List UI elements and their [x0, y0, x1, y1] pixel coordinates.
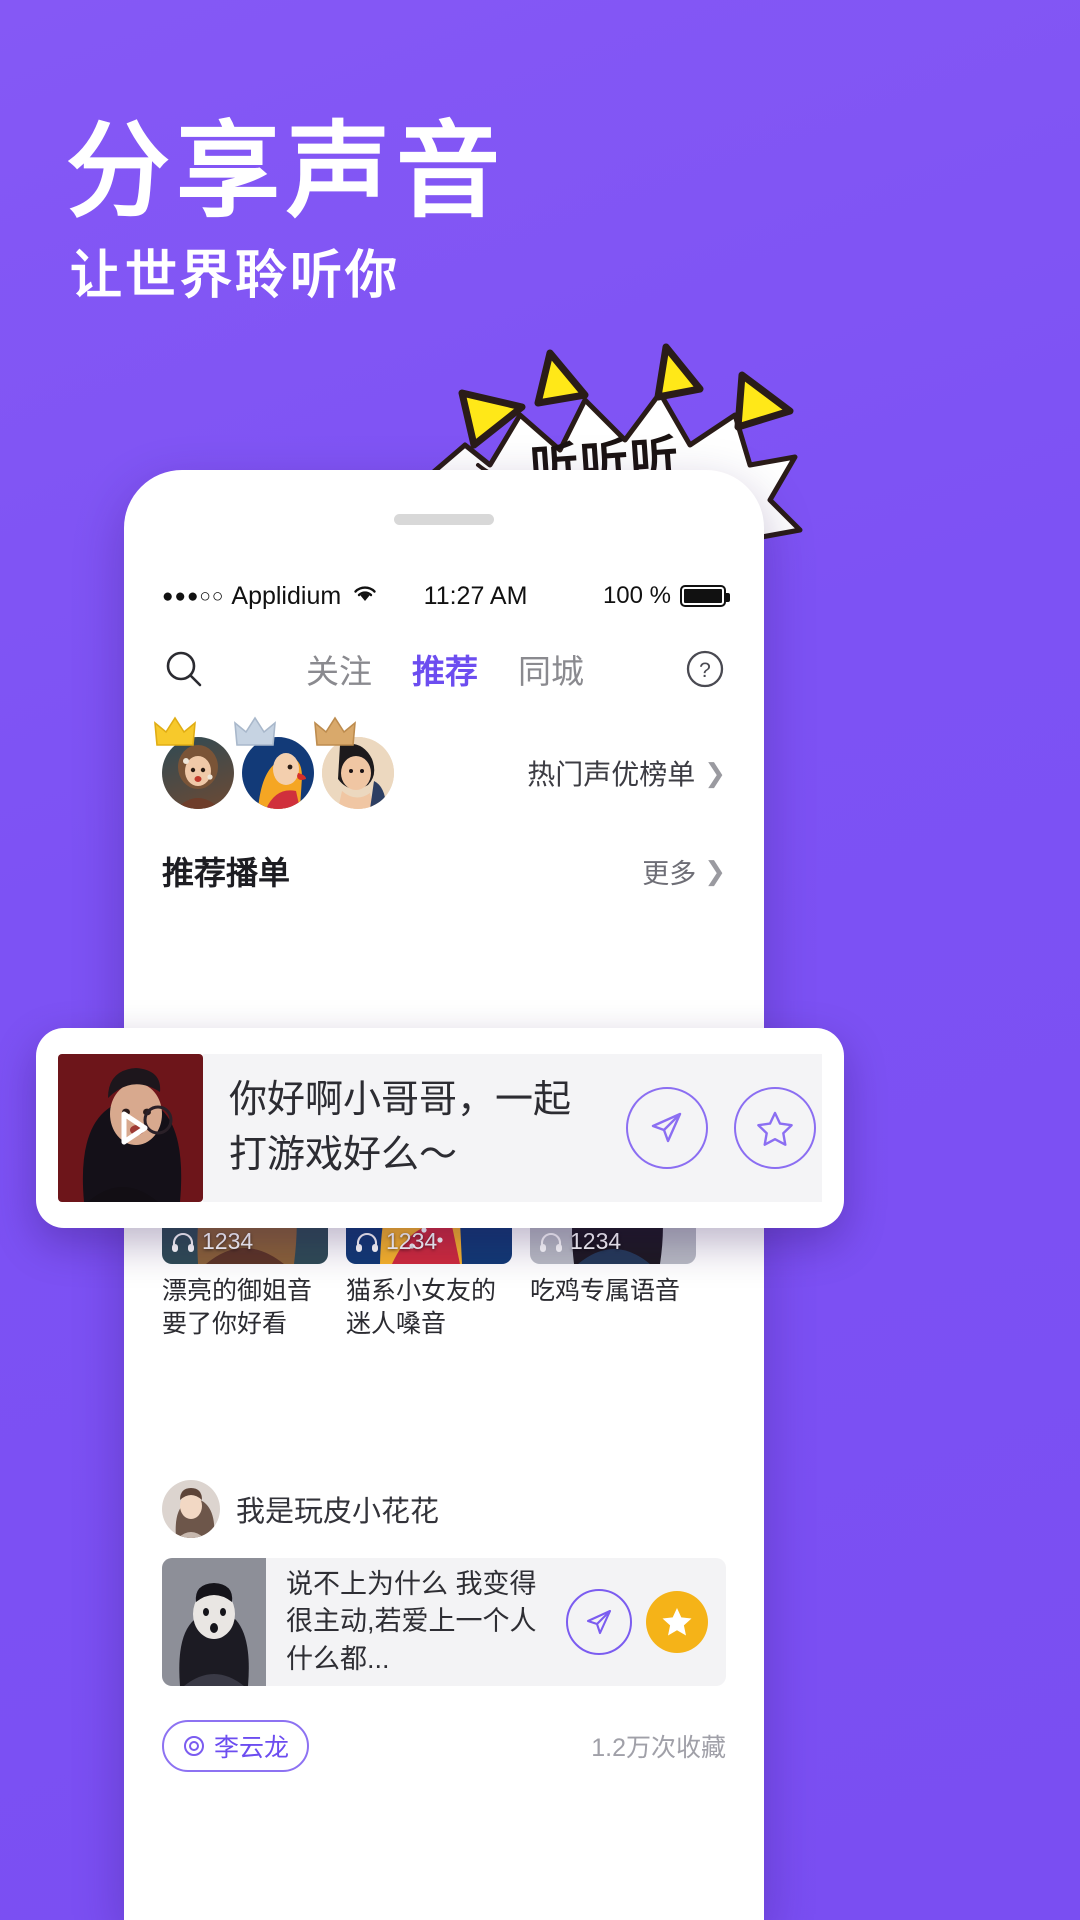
tab-bar: 关注 推荐 同城 — [206, 645, 684, 693]
rank-1-avatar[interactable] — [162, 737, 234, 809]
highlighted-cover — [58, 1054, 203, 1202]
chevron-right-icon: ❯ — [704, 856, 726, 887]
rank-2-avatar[interactable] — [242, 737, 314, 809]
playlist-caption: 猫系小女友的迷人嗓音 — [346, 1275, 512, 1340]
tab-recommend[interactable]: 推荐 — [412, 645, 478, 693]
signal-dots-icon: ●●●○○ — [162, 587, 224, 606]
highlighted-voice-card[interactable]: 你好啊小哥哥，一起打游戏好么～ — [36, 1028, 844, 1228]
clock-label: 11:27 AM — [348, 582, 603, 611]
phone-speaker — [394, 514, 494, 525]
target-icon — [182, 1734, 206, 1758]
playlist-caption: 漂亮的御姐音要了你好看 — [162, 1275, 328, 1340]
bronze-crown-icon — [313, 715, 357, 749]
help-icon[interactable]: ? — [684, 648, 726, 690]
playlist-caption: 吃鸡专属语音 — [530, 1275, 696, 1308]
post-user-name: 我是玩皮小花花 — [236, 1488, 439, 1530]
headphone-icon — [355, 1231, 379, 1253]
voice-tag-label: 李云龙 — [214, 1728, 289, 1764]
hot-voice-ranking-label: 热门声优榜单 — [527, 753, 695, 793]
more-label: 更多 — [642, 852, 696, 891]
section-title: 推荐播单 — [162, 848, 290, 894]
post-user-row[interactable]: 我是玩皮小花花 — [124, 1480, 764, 1538]
star-outline-icon[interactable] — [734, 1087, 816, 1169]
play-count-label: 1234 — [202, 1228, 253, 1255]
send-icon[interactable] — [626, 1087, 708, 1169]
hot-voice-ranking-row: 热门声优榜单 ❯ — [124, 718, 764, 828]
recommended-playlist-header: 推荐播单 更多 ❯ — [124, 836, 764, 906]
status-bar: ●●●○○ Applidium 11:27 AM 100 % — [124, 575, 764, 617]
headphone-icon — [539, 1231, 563, 1253]
page-title: 分享声音 — [66, 118, 506, 227]
play-count-label: 1234 — [386, 1228, 437, 1255]
voice-message-text: 说不上为什么 我变得很主动,若爱上一个人 什么都... — [266, 1566, 566, 1678]
play-count: 1234 — [539, 1228, 621, 1255]
play-count: 1234 — [171, 1228, 253, 1255]
battery-label: 100 % — [603, 582, 671, 610]
star-icon[interactable] — [646, 1591, 708, 1653]
highlighted-voice-text: 你好啊小哥哥，一起打游戏好么～ — [229, 1073, 582, 1183]
silver-crown-icon — [233, 715, 277, 749]
carrier-label: Applidium — [231, 582, 341, 611]
play-count-label: 1234 — [570, 1228, 621, 1255]
tab-follow[interactable]: 关注 — [306, 645, 372, 693]
rank-3-avatar[interactable] — [322, 737, 394, 809]
post-meta-row: 李云龙 1.2万次收藏 — [124, 1720, 764, 1772]
more-link[interactable]: 更多 ❯ — [642, 852, 726, 891]
hot-voice-ranking-link[interactable]: 热门声优榜单 ❯ — [527, 753, 726, 793]
voice-message-card[interactable]: 说不上为什么 我变得很主动,若爱上一个人 什么都... — [162, 1558, 726, 1686]
voice-message-cover — [162, 1558, 266, 1686]
page-subtitle: 让世界聆听你 — [70, 248, 400, 305]
search-icon[interactable] — [162, 647, 206, 691]
ranking-avatars — [162, 737, 402, 809]
avatar[interactable] — [162, 1480, 220, 1538]
svg-text:?: ? — [699, 659, 711, 682]
highlighted-actions — [600, 1054, 822, 1202]
highlighted-text-wrap: 你好啊小哥哥，一起打游戏好么～ — [203, 1054, 600, 1202]
tab-nearby[interactable]: 同城 — [518, 645, 584, 693]
headphone-icon — [171, 1231, 195, 1253]
play-icon[interactable] — [103, 1100, 159, 1156]
play-count: 1234 — [355, 1228, 437, 1255]
battery-icon — [680, 585, 726, 607]
favorite-count: 1.2万次收藏 — [591, 1728, 726, 1764]
chevron-right-icon: ❯ — [704, 758, 726, 789]
send-icon[interactable] — [566, 1589, 632, 1655]
gold-crown-icon — [153, 715, 197, 749]
voice-tag[interactable]: 李云龙 — [162, 1720, 309, 1772]
top-navbar: 关注 推荐 同城 ? — [124, 630, 764, 708]
